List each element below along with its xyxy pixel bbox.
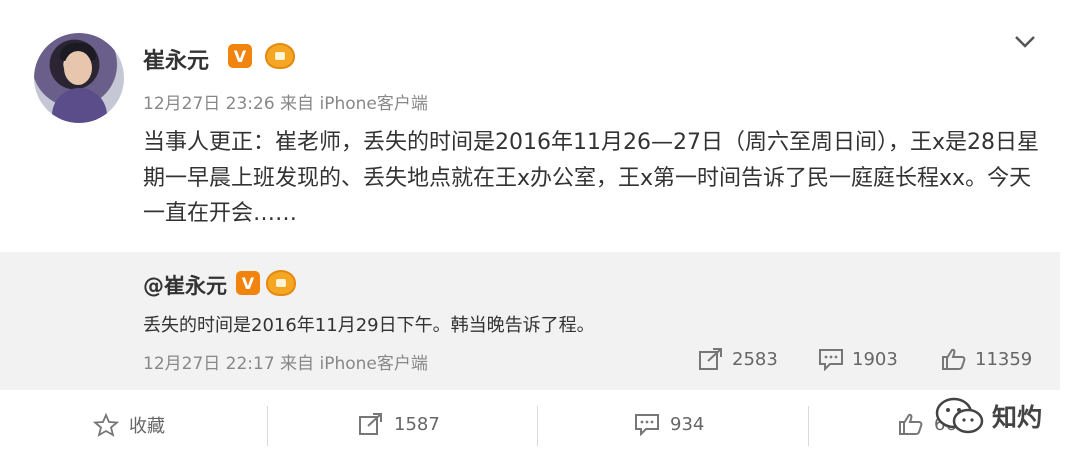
vip-badge-icon bbox=[265, 43, 295, 69]
repost-icon bbox=[358, 412, 384, 436]
comment-button[interactable]: 934 bbox=[634, 412, 704, 436]
quoted-repost-count: 2583 bbox=[732, 348, 778, 370]
favorite-label: 收藏 bbox=[129, 416, 165, 437]
action-divider bbox=[537, 406, 538, 446]
comment-count: 934 bbox=[670, 413, 705, 435]
quoted-meta: 12月27日 22:17 来自 iPhone客户端 bbox=[143, 354, 428, 374]
quoted-vip-badge-icon bbox=[266, 270, 296, 296]
verified-v-badge: V bbox=[228, 44, 252, 68]
repost-button[interactable]: 1587 bbox=[358, 412, 440, 436]
quoted-like-count: 11359 bbox=[975, 348, 1033, 370]
quoted-text: 丢失的时间是2016年11月29日下午。韩当晚告诉了程。 bbox=[143, 315, 595, 336]
watermark: 知灼 bbox=[934, 396, 1042, 436]
author-name[interactable]: 崔永元 bbox=[143, 43, 209, 75]
thumbs-up-icon bbox=[941, 347, 967, 371]
post-content: 当事人更正：崔老师，丢失的时间是2016年11月26—27日（周六至周日间），王… bbox=[143, 130, 1039, 226]
thumbs-up-icon bbox=[898, 412, 924, 436]
weibo-post: 崔永元 V 12月27日 23:26 来自 iPhone客户端 当事人更正：崔老… bbox=[0, 0, 1080, 459]
action-divider bbox=[808, 406, 809, 446]
star-icon bbox=[93, 413, 119, 437]
quoted-repost-button[interactable]: 2583 bbox=[698, 347, 778, 371]
watermark-text: 知灼 bbox=[992, 403, 1043, 432]
quoted-verified-v-badge: V bbox=[236, 271, 260, 295]
quoted-like-button[interactable]: 11359 bbox=[941, 347, 1032, 371]
chevron-down-icon[interactable] bbox=[1014, 34, 1036, 50]
author-avatar[interactable] bbox=[34, 33, 124, 123]
repost-icon bbox=[698, 347, 724, 371]
post-meta: 12月27日 23:26 来自 iPhone客户端 bbox=[143, 94, 428, 114]
quoted-comment-count: 1903 bbox=[852, 348, 898, 370]
comment-icon bbox=[818, 347, 844, 371]
comment-icon bbox=[634, 412, 660, 436]
quoted-author[interactable]: @崔永元 bbox=[143, 270, 227, 300]
quoted-comment-button[interactable]: 1903 bbox=[818, 347, 898, 371]
avatar-shirt bbox=[52, 88, 107, 123]
repost-count: 1587 bbox=[394, 413, 440, 435]
action-divider bbox=[267, 406, 268, 446]
wechat-logo-icon bbox=[934, 396, 986, 436]
favorite-button[interactable]: 收藏 bbox=[93, 412, 165, 438]
avatar-face bbox=[64, 51, 92, 85]
